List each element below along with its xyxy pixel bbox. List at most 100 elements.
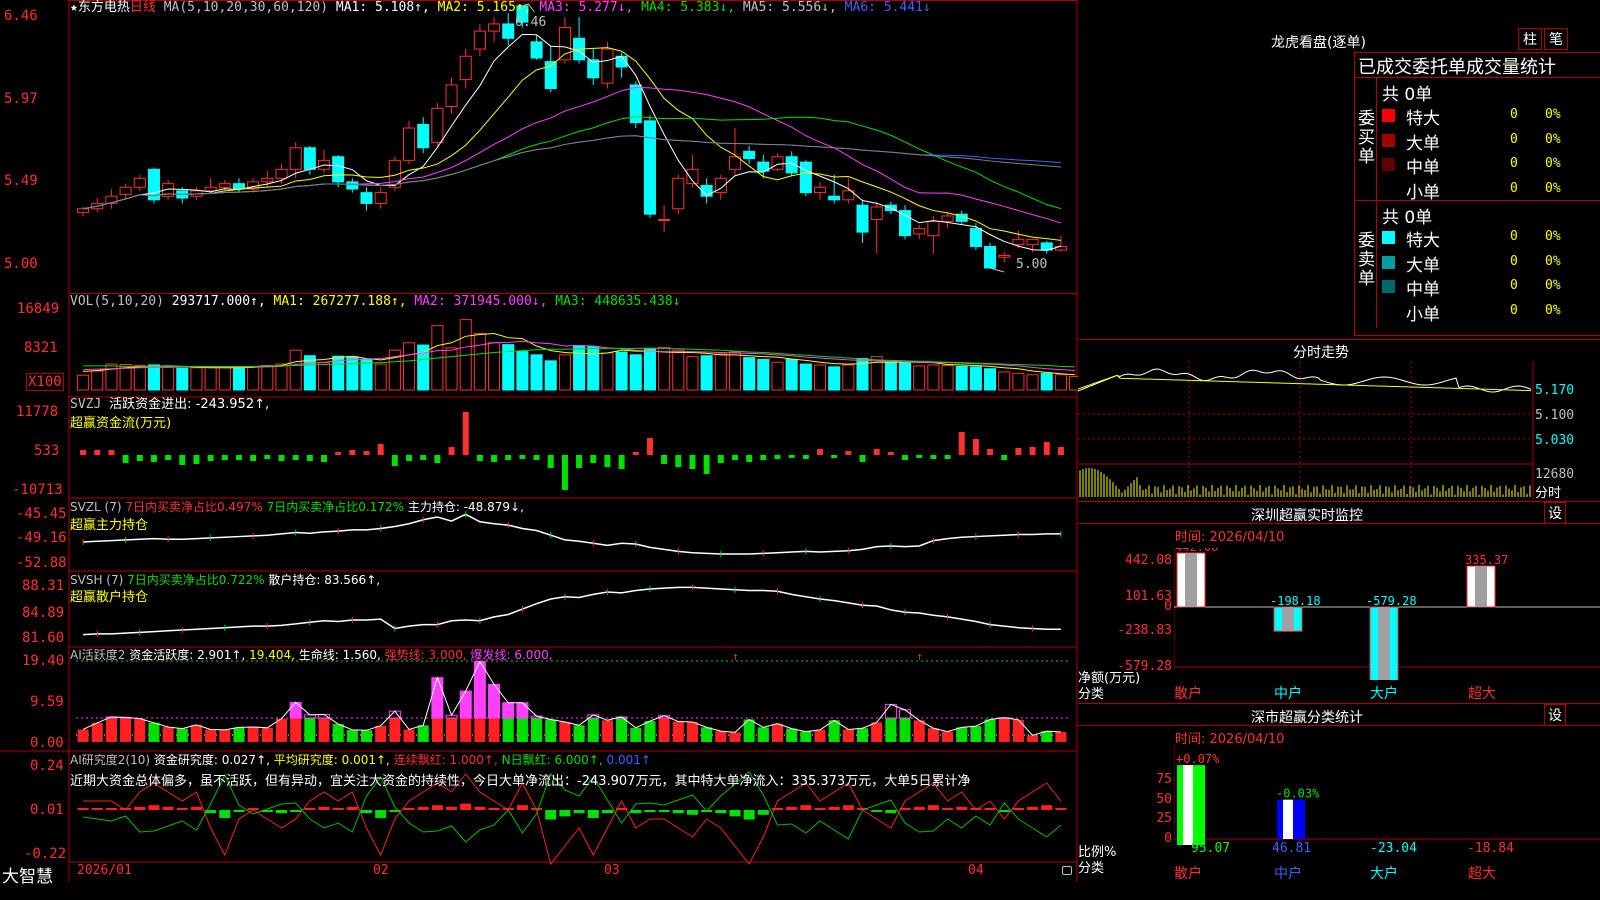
svzj-bar <box>675 455 682 467</box>
ai-active-label4: 强势线: 3.000, <box>384 648 467 662</box>
candle-up <box>431 107 444 143</box>
ai-bar <box>332 724 344 742</box>
volume-bar <box>232 366 245 391</box>
sz-category-tick: 25 <box>1156 811 1172 826</box>
candle-down <box>984 245 997 269</box>
sz-monitor-category[interactable]: 大户 <box>1370 683 1398 703</box>
research-bar <box>630 810 642 814</box>
sz-category-category[interactable]: 散户 <box>1174 863 1202 883</box>
tab-orders[interactable]: 委托单 <box>1412 57 1466 78</box>
candle-down <box>856 204 869 233</box>
ai-bar <box>899 718 911 742</box>
timeshare-svg <box>1078 361 1534 499</box>
timeshare-tick: 5.170 <box>1535 383 1575 398</box>
ai-bar <box>828 720 840 742</box>
svzj-tick: -10713 <box>12 482 63 498</box>
svzj-bar <box>604 455 611 467</box>
stock-name[interactable]: 东方电热 <box>78 0 130 15</box>
lock-icon[interactable] <box>1062 866 1072 875</box>
vol-unit[interactable]: X100 <box>26 373 64 391</box>
sz-monitor-bar <box>1176 552 1206 608</box>
sz-monitor-border <box>1078 501 1600 502</box>
volume-bar <box>360 359 373 391</box>
volume-bar <box>1026 374 1039 391</box>
research-bar <box>715 810 727 814</box>
ma4-value: MA4: 5.383↓, <box>641 0 736 15</box>
star-icon[interactable]: ★ <box>70 0 78 15</box>
candle-up <box>218 183 231 188</box>
volume-bar <box>218 367 231 391</box>
svzj-bar <box>150 455 157 462</box>
candle-up <box>204 186 217 192</box>
candle-down <box>643 120 656 215</box>
ai-research-header: AI研究度2(10) 资金研究度: 0.027↑, 平均研究度: 0.001↑,… <box>70 752 651 768</box>
sz-category-settings-button[interactable]: 设 <box>1544 704 1566 726</box>
longhu-tab-divider <box>1355 77 1600 78</box>
candle-down <box>799 161 812 194</box>
ai-bar <box>375 725 387 742</box>
row-value: 0 <box>1510 229 1518 244</box>
sz-monitor-category[interactable]: 超大 <box>1468 683 1496 703</box>
svsh-tick: 88.31 <box>22 578 65 594</box>
ai-bar <box>956 727 968 742</box>
tab-traded[interactable]: 已成交 <box>1358 57 1412 78</box>
sz-category-top-label: +0.07% <box>1176 752 1220 766</box>
ai-bar <box>91 722 103 742</box>
research-bar <box>403 808 415 810</box>
ai-research-label2: 平均研究度: 0.001↑, <box>273 753 390 767</box>
longhu-title: 龙虎看盘(逐单) <box>1271 35 1366 51</box>
candle-up <box>771 156 784 170</box>
sz-monitor-time: 时间: 2026/04/10 <box>1175 530 1285 545</box>
volume-bar <box>374 363 387 391</box>
svzj-bar <box>547 455 554 468</box>
svzj-bar <box>746 455 753 462</box>
ai-bar <box>460 718 472 742</box>
ai-active-tick: 19.40 <box>22 653 65 669</box>
ai-bar <box>842 729 854 742</box>
vol-ma1: MA1: 267277.188↑, <box>273 294 407 309</box>
volume-bar <box>998 371 1011 391</box>
row-value: 0 <box>1510 253 1518 269</box>
period-label[interactable]: 日线 <box>130 0 156 15</box>
research-bar <box>998 810 1010 812</box>
row-value: 0 <box>1510 131 1518 147</box>
svzj-bar <box>576 455 583 468</box>
volume-bar <box>275 363 288 391</box>
ai-research-label5: 0.001↑ <box>606 753 651 767</box>
sz-monitor-tick: 0 <box>1164 599 1172 614</box>
sz-category-category[interactable]: 超大 <box>1468 863 1496 883</box>
sz-category-value: -23.04 <box>1370 841 1417 856</box>
sz-monitor-category[interactable]: 散户 <box>1174 683 1202 703</box>
volume-bar <box>601 352 614 391</box>
sz-monitor-category[interactable]: 中户 <box>1274 683 1302 703</box>
sz-category-category[interactable]: 大户 <box>1370 863 1398 883</box>
ma30-line <box>82 116 1062 210</box>
research-bar <box>1041 805 1053 810</box>
research-bar <box>148 805 160 810</box>
sz-monitor-settings-button[interactable]: 设 <box>1544 502 1566 524</box>
svzj-subtitle: 超赢资金流(万元) <box>70 416 172 431</box>
timeshare-tick: 5.030 <box>1535 433 1575 448</box>
sz-category-title: 深市超赢分类统计 <box>1251 710 1363 726</box>
sz-monitor-title: 深圳超赢实时监控 <box>1251 508 1363 524</box>
app-logo[interactable]: 大智慧 <box>2 862 53 887</box>
sz-monitor-tick: -238.83 <box>1117 623 1172 638</box>
svzj-bar <box>817 449 823 455</box>
candle-up <box>558 27 571 61</box>
row-pct: 0% <box>1545 180 1561 196</box>
volume-bar <box>615 351 628 391</box>
svzj-bar <box>306 455 313 461</box>
candle-down <box>969 228 982 247</box>
ai-bar <box>701 727 713 742</box>
sz-monitor-label: -579.28 <box>1366 594 1417 608</box>
column-view-button[interactable]: 柱 <box>1518 28 1542 50</box>
row-value: 0 <box>1510 156 1518 171</box>
sz-category-category[interactable]: 中户 <box>1274 863 1302 883</box>
svsh-subtitle: 超赢散户持仓 <box>70 590 149 605</box>
svzj-bar <box>717 455 724 463</box>
tick-view-button[interactable]: 笔 <box>1544 28 1568 50</box>
tab-volume-stats[interactable]: 成交量统计 <box>1466 57 1556 78</box>
price-tick: 6.46 <box>4 8 38 24</box>
price-tick: 5.00 <box>4 256 38 272</box>
sz-bar-inner <box>1185 553 1197 607</box>
